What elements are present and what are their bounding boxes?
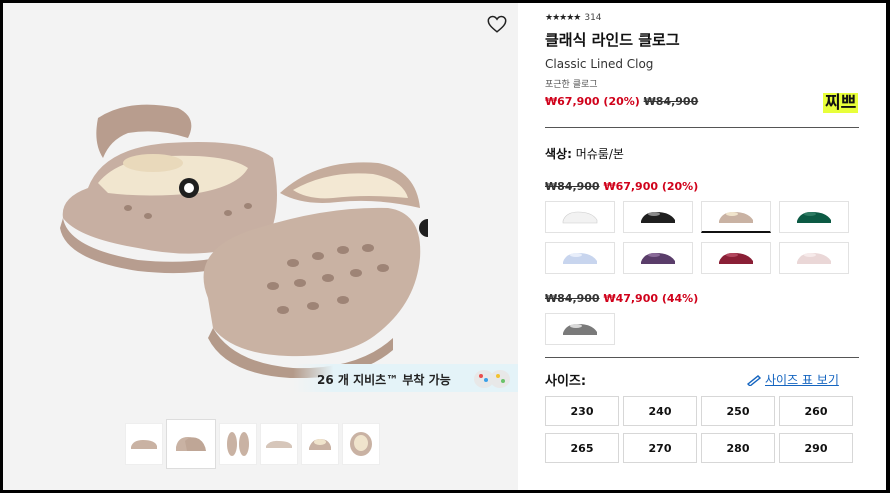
size-option[interactable]: 260 [779, 396, 853, 426]
product-info: ★★★★★ 314 클래식 라인드 클로그 Classic Lined Clog… [545, 13, 861, 108]
handwritten-note: 찌쁘 [823, 93, 859, 113]
rating[interactable]: ★★★★★ 314 [545, 13, 861, 23]
product-price: ₩67,900 (20%) ₩84,900 [545, 95, 861, 108]
size-option[interactable]: 270 [623, 433, 697, 463]
swatch-mushroom[interactable] [701, 201, 771, 233]
swatch-black[interactable] [623, 201, 693, 233]
group-sale-price: ₩67,900 (20%) [603, 180, 699, 193]
thumbnail-lining[interactable] [342, 423, 380, 465]
clog-swatch-icon [719, 211, 753, 223]
size-guide-link[interactable]: 사이즈 표 보기 [747, 371, 839, 388]
jibbitz-banner-text: 26 개 지비츠™ 부착 가능 [317, 373, 451, 387]
product-page: 26 개 지비츠™ 부착 가능 ★★★★★ 314 클래식 라인드 클로그 Cl… [3, 3, 886, 490]
size-grid: 230 240 250 260 265 270 280 290 [545, 396, 861, 463]
swatch-row-2 [545, 242, 849, 274]
clog-swatch-icon [797, 253, 831, 264]
clog-swatch-icon [563, 324, 597, 335]
swatch-gray[interactable] [545, 313, 615, 345]
clog-swatch-icon [719, 253, 753, 264]
price-group-2: ₩84,900 ₩47,900 (44%) [545, 292, 698, 305]
clog-swatch-icon [797, 212, 831, 223]
size-label: 사이즈: [545, 374, 587, 389]
jibbitz-banner[interactable]: 26 개 지비츠™ 부착 가능 [293, 364, 518, 392]
color-label-key: 색상: [545, 147, 572, 161]
group-sale-price: ₩47,900 (44%) [603, 292, 699, 305]
clog-thumb-icon [309, 439, 331, 450]
size-option[interactable]: 240 [623, 396, 697, 426]
clog-thumb-icon [131, 440, 157, 449]
clog-swatch-icon [641, 212, 675, 223]
divider [545, 127, 859, 128]
thumbnail-strip [125, 419, 380, 469]
size-option[interactable]: 265 [545, 433, 619, 463]
thumbnail-bottom[interactable] [260, 423, 298, 465]
thumbnail-heel[interactable] [301, 423, 339, 465]
size-option[interactable]: 230 [545, 396, 619, 426]
clog-swatch-icon [641, 253, 675, 264]
swatch-green[interactable] [779, 201, 849, 233]
size-option[interactable]: 280 [701, 433, 775, 463]
swatch-row-3 [545, 313, 615, 345]
clog-thumb-icon [266, 440, 292, 448]
thumbnail-side[interactable] [125, 423, 163, 465]
thumbnail-top[interactable] [219, 423, 257, 465]
product-title: 클래식 라인드 클로그 [545, 31, 680, 49]
clog-swatch-icon [562, 211, 598, 224]
swatch-burgundy[interactable] [701, 242, 771, 274]
size-guide-text: 사이즈 표 보기 [765, 373, 839, 387]
rating-count: 314 [584, 13, 602, 23]
product-main-image [60, 104, 428, 378]
clog-thumb-icon [350, 432, 372, 456]
size-option[interactable]: 250 [701, 396, 775, 426]
product-gallery: 26 개 지비츠™ 부착 가능 [3, 3, 518, 490]
size-option[interactable]: 290 [779, 433, 853, 463]
clog-thumb-icon [227, 432, 249, 456]
star-rating-icon: ★★★★★ [545, 13, 581, 23]
selected-color: 머슈룸/본 [575, 147, 624, 161]
swatch-pink[interactable] [779, 242, 849, 274]
jibbitz-charms-icon [474, 370, 510, 388]
heart-icon[interactable] [486, 13, 508, 35]
clog-thumb-icon [176, 437, 206, 451]
swatch-lightblue[interactable] [545, 242, 615, 274]
sale-price: ₩67,900 (20%) [545, 95, 640, 108]
clog-swatch-icon [563, 253, 597, 264]
group-original-price: ₩84,900 [545, 292, 600, 305]
ruler-icon [747, 374, 761, 386]
original-price: ₩84,900 [643, 95, 699, 108]
product-description: 포근한 클로그 [545, 80, 598, 90]
swatch-row-1 [545, 201, 849, 233]
price-group-1: ₩84,900 ₩67,900 (20%) [545, 180, 698, 193]
color-label: 색상: 머슈룸/본 [545, 145, 624, 162]
swatch-purple[interactable] [623, 242, 693, 274]
swatch-white[interactable] [545, 201, 615, 233]
thumbnail-main[interactable] [166, 419, 216, 469]
product-subtitle: Classic Lined Clog [545, 57, 654, 71]
group-original-price: ₩84,900 [545, 180, 600, 193]
divider [545, 357, 859, 358]
